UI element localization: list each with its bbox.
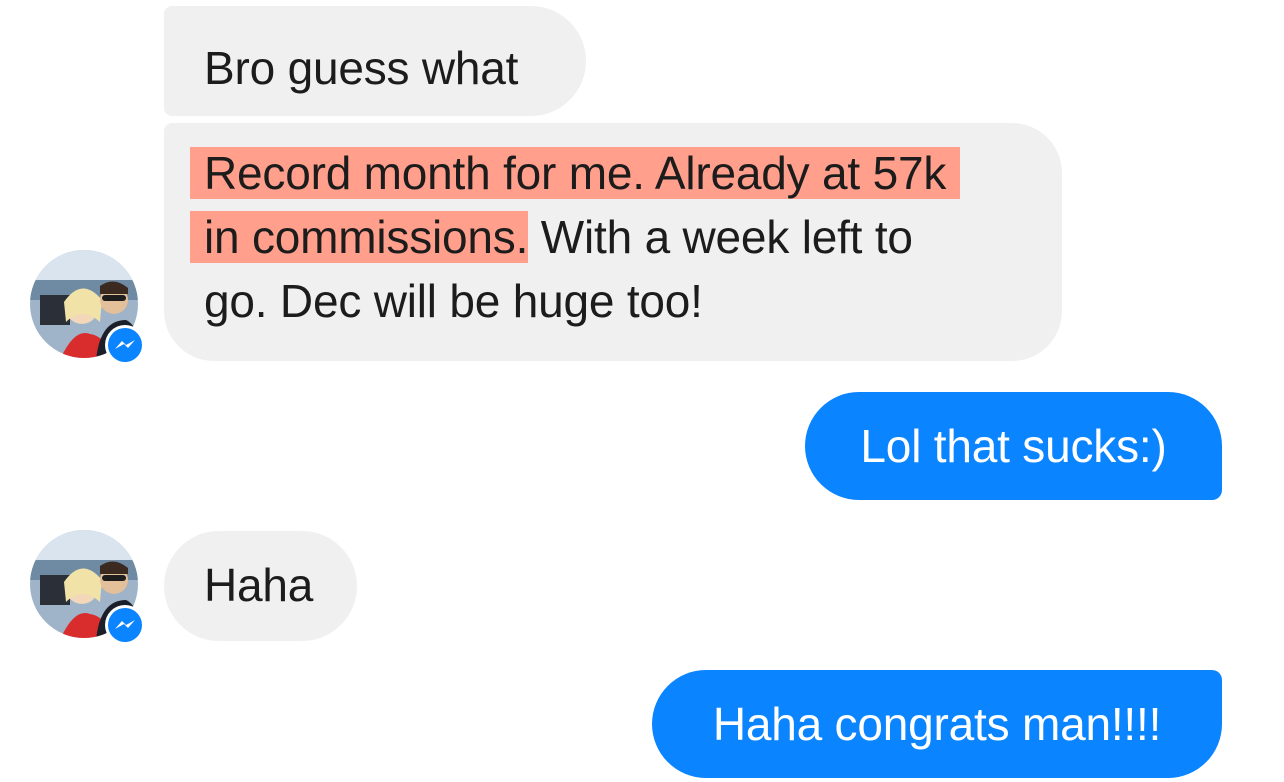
message-text: Haha	[204, 559, 314, 611]
message-text: go. Dec will be huge too!	[204, 275, 703, 327]
incoming-message[interactable]: Record month for me. Already at 57k in c…	[164, 123, 1062, 361]
message-text: Haha congrats man!!!!	[712, 698, 1162, 750]
message-line: Record month for me. Already at 57k	[190, 141, 1062, 205]
message-text: Bro guess what	[204, 42, 519, 94]
incoming-message[interactable]: Bro guess what	[164, 6, 586, 116]
incoming-message[interactable]: Haha	[164, 531, 357, 641]
message-line: in commissions. With a week left to	[190, 205, 1062, 269]
highlighted-text: Record month for me. Already at 57k	[190, 147, 961, 199]
outgoing-message[interactable]: Lol that sucks:)	[805, 392, 1222, 500]
outgoing-message[interactable]: Haha congrats man!!!!	[652, 670, 1222, 778]
message-text: Lol that sucks:)	[860, 420, 1167, 472]
message-text: With a week left to	[528, 211, 913, 263]
messenger-icon	[104, 604, 146, 646]
message-line: go. Dec will be huge too!	[204, 269, 1062, 333]
highlighted-text: in commissions.	[190, 211, 528, 263]
messenger-icon	[104, 324, 146, 366]
message-thread: Bro guess what Record month for me. Alre…	[0, 0, 1284, 782]
